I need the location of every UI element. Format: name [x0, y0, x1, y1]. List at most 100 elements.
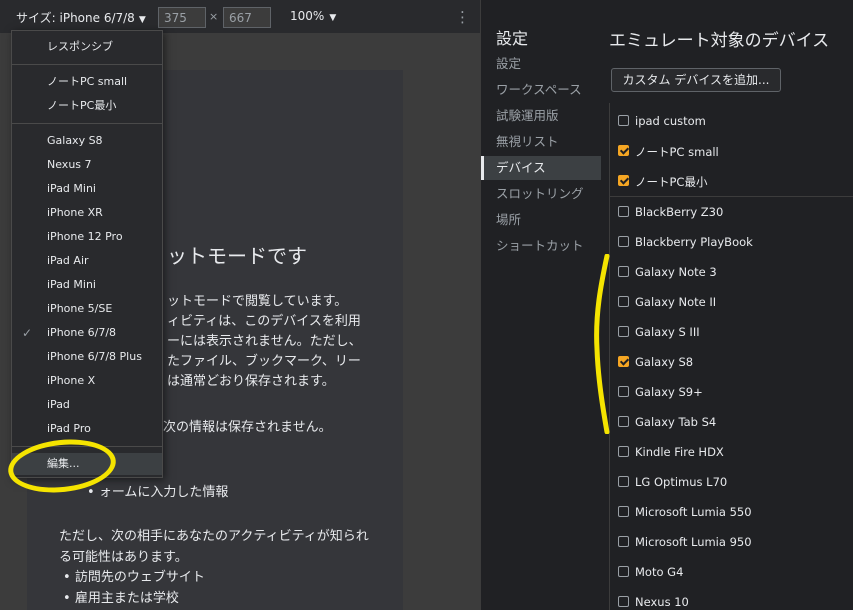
menu-item-laptop-small[interactable]: ノートPC small	[12, 71, 162, 93]
checkbox-icon[interactable]	[618, 536, 629, 547]
menu-item-galaxy-s8[interactable]: Galaxy S8	[12, 130, 162, 152]
nav-item-throttling[interactable]: スロットリング	[496, 182, 601, 206]
checkbox-icon[interactable]	[618, 115, 629, 126]
menu-item-iphone-12-pro[interactable]: iPhone 12 Pro	[12, 226, 162, 248]
menu-item-label: iPhone XR	[47, 206, 103, 219]
nav-item-workspace[interactable]: ワークスペース	[496, 78, 601, 102]
menu-divider	[12, 64, 162, 65]
nav-item-ignore-list[interactable]: 無視リスト	[496, 130, 601, 154]
menu-item-label: iPhone 6/7/8 Plus	[47, 350, 142, 363]
page-paragraph-3: ただし、次の相手にあなたのアクティビティが知られる可能性はあります。	[59, 529, 369, 565]
checkbox-icon[interactable]	[618, 175, 629, 186]
menu-item-iphone-xr[interactable]: iPhone XR	[12, 202, 162, 224]
list-item[interactable]: ノートPC small	[610, 136, 853, 166]
checkbox-icon[interactable]	[618, 506, 629, 517]
menu-item-responsive[interactable]: レスポンシブ	[12, 36, 162, 58]
list-item[interactable]: Galaxy S8	[610, 347, 853, 377]
height-input[interactable]	[223, 7, 271, 28]
list-item[interactable]: Microsoft Lumia 550	[610, 497, 853, 527]
device-name: Kindle Fire HDX	[635, 445, 724, 459]
menu-item-iphone-x[interactable]: iPhone X	[12, 370, 162, 392]
device-name: Galaxy S8	[635, 355, 694, 369]
menu-item-label: Galaxy S8	[47, 134, 103, 147]
list-item[interactable]: BlackBerry Z30	[610, 197, 853, 227]
list-item[interactable]: Kindle Fire HDX	[610, 437, 853, 467]
nav-item-experiments[interactable]: 試験運用版	[496, 104, 601, 128]
list-item[interactable]: Nexus 10	[610, 587, 853, 610]
paragraph-line: ーには表示されません。ただし、	[167, 334, 362, 349]
add-custom-device-button[interactable]: カスタム デバイスを追加...	[611, 68, 781, 92]
menu-item-ipad[interactable]: iPad	[12, 394, 162, 416]
device-toolbar: サイズ: iPhone 6/7/8▼ × 100%▼ ⋮	[0, 0, 480, 34]
menu-item-iphone-678[interactable]: ✓ iPhone 6/7/8	[12, 322, 162, 344]
menu-item-laptop-min[interactable]: ノートPC最小	[12, 95, 162, 117]
list-item[interactable]: Moto G4	[610, 557, 853, 587]
device-name: BlackBerry Z30	[635, 205, 724, 219]
list-item: ォームに入力した情報	[87, 482, 229, 504]
device-list: ipad custom ノートPC small ノートPC最小 BlackBer…	[609, 103, 853, 610]
panel-title: エミュレート対象のデバイス	[609, 31, 830, 51]
menu-item-ipad-pro[interactable]: iPad Pro	[12, 418, 162, 440]
checkbox-icon[interactable]	[618, 476, 629, 487]
chevron-down-icon: ▼	[329, 13, 337, 23]
list-item[interactable]: Blackberry PlayBook	[610, 227, 853, 257]
checkbox-icon[interactable]	[618, 326, 629, 337]
checkbox-icon[interactable]	[618, 145, 629, 156]
device-name: ノートPC最小	[635, 175, 708, 189]
menu-item-label: iPhone 5/SE	[47, 302, 113, 315]
checkbox-icon[interactable]	[618, 596, 629, 607]
checkbox-icon[interactable]	[618, 236, 629, 247]
menu-item-label: iPad Air	[47, 254, 89, 267]
menu-item-label: ノートPC small	[47, 75, 128, 88]
device-name: Moto G4	[635, 565, 684, 579]
width-input[interactable]	[158, 7, 206, 28]
checkbox-icon[interactable]	[618, 566, 629, 577]
checkbox-icon[interactable]	[618, 356, 629, 367]
nav-item-devices[interactable]: デバイス	[481, 156, 601, 180]
list-item[interactable]: ノートPC最小	[610, 166, 853, 196]
kebab-menu-icon[interactable]: ⋮	[455, 7, 470, 27]
checkmark-icon: ✓	[22, 326, 33, 340]
device-name: LG Optimus L70	[635, 475, 728, 489]
device-name: Galaxy Note 3	[635, 265, 717, 279]
list-item[interactable]: Galaxy S III	[610, 317, 853, 347]
checkbox-icon[interactable]	[618, 416, 629, 427]
device-name: Galaxy S III	[635, 325, 700, 339]
checkbox-icon[interactable]	[618, 266, 629, 277]
menu-item-label: iPhone 12 Pro	[47, 230, 123, 243]
page-paragraph: ットモードで閲覧しています。 ィビティは、このデバイスを利用 ーには表示されませ…	[167, 292, 399, 392]
settings-panel: 設定 設定 ワークスペース 試験運用版 無視リスト デバイス スロットリング 場…	[480, 0, 853, 610]
list-item[interactable]: Galaxy Note 3	[610, 257, 853, 287]
zoom-dropdown[interactable]: 100% ▼	[290, 9, 336, 23]
checkbox-icon[interactable]	[618, 296, 629, 307]
chevron-down-icon: ▼	[138, 15, 146, 25]
list-item[interactable]: Galaxy Note II	[610, 287, 853, 317]
device-dropdown-menu: レスポンシブ ノートPC small ノートPC最小 Galaxy S8 Nex…	[11, 30, 163, 478]
list-item[interactable]: Galaxy Tab S4	[610, 407, 853, 437]
nav-item-shortcuts[interactable]: ショートカット	[496, 234, 601, 258]
device-name: ノートPC small	[635, 145, 719, 159]
list-item[interactable]: LG Optimus L70	[610, 467, 853, 497]
checkbox-icon[interactable]	[618, 446, 629, 457]
device-name: Microsoft Lumia 950	[635, 535, 752, 549]
menu-item-label: iPad Mini	[47, 182, 96, 195]
nav-item-settings[interactable]: 設定	[496, 52, 601, 76]
menu-item-ipad-air[interactable]: iPad Air	[12, 250, 162, 272]
list-item[interactable]: Microsoft Lumia 950	[610, 527, 853, 557]
checkbox-icon[interactable]	[618, 386, 629, 397]
menu-item-nexus-7[interactable]: Nexus 7	[12, 154, 162, 176]
device-size-dropdown[interactable]: サイズ: iPhone 6/7/8 ▼	[16, 9, 146, 26]
device-name: Microsoft Lumia 550	[635, 505, 752, 519]
list-item[interactable]: ipad custom	[610, 106, 853, 136]
menu-item-ipad-mini[interactable]: iPad Mini	[12, 178, 162, 200]
nav-item-locations[interactable]: 場所	[496, 208, 601, 232]
zoom-label: 100%	[290, 9, 325, 23]
menu-item-iphone-678-plus[interactable]: iPhone 6/7/8 Plus	[12, 346, 162, 368]
list-item[interactable]: Galaxy S9+	[610, 377, 853, 407]
paragraph-line: たファイル、ブックマーク、リー	[167, 354, 361, 369]
checkbox-icon[interactable]	[618, 206, 629, 217]
menu-item-iphone-5-se[interactable]: iPhone 5/SE	[12, 298, 162, 320]
menu-item-ipad-mini-2[interactable]: iPad Mini	[12, 274, 162, 296]
menu-item-label: iPad Pro	[47, 422, 91, 435]
paragraph-line: ィビティは、このデバイスを利用	[167, 314, 361, 329]
